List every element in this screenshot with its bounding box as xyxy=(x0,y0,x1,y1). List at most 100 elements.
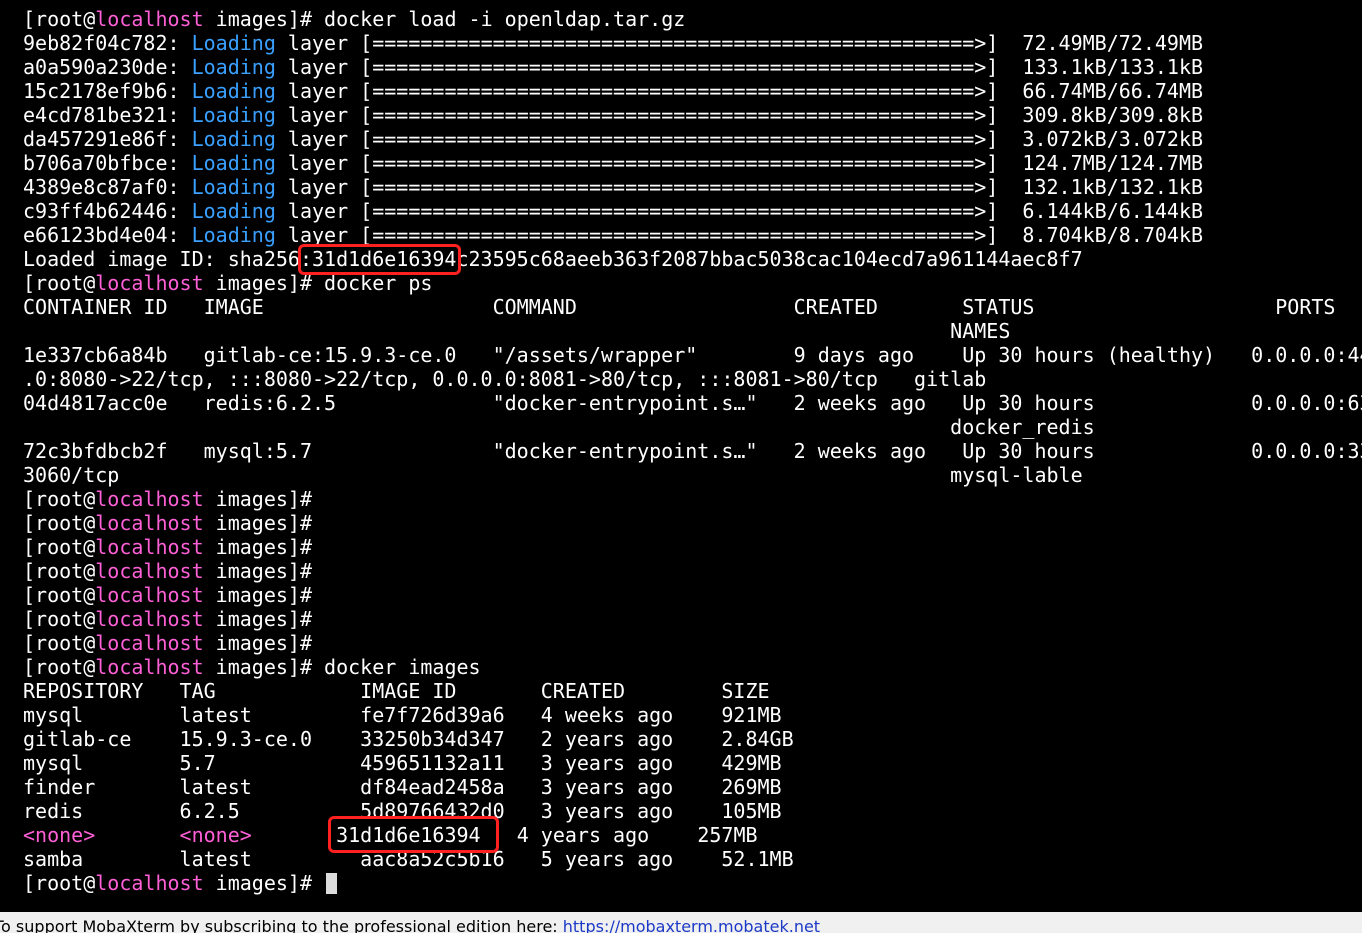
output-line: 3060/tcp mysql-lable xyxy=(23,463,1083,487)
output-line: 1e337cb6a84b gitlab-ce:15.9.3-ce.0 "/ass… xyxy=(23,343,1362,367)
loading-word: Loading xyxy=(191,223,276,247)
layer-id: e66123bd4e04: xyxy=(23,223,180,247)
layer-progress: layer [=================================… xyxy=(275,175,1204,199)
prompt-line: [root@localhost images]# xyxy=(23,871,338,895)
prompt-dir: images]# xyxy=(203,487,313,511)
prompt-host: localhost xyxy=(95,535,204,559)
layer-load-line: 4389e8c87af0: Loading layer [===========… xyxy=(23,175,1203,199)
prompt-dir: images]# xyxy=(203,535,313,559)
layer-id: 15c2178ef9b6: xyxy=(23,79,180,103)
layer-load-line: b706a70bfbce: Loading layer [===========… xyxy=(23,151,1203,175)
prompt-bracket: [ xyxy=(23,271,36,295)
layer-id: e4cd781be321: xyxy=(23,103,180,127)
prompt-line: [root@localhost images]# xyxy=(23,583,312,607)
command-text: docker load -i openldap.tar.gz xyxy=(312,7,686,31)
layer-id: a0a590a230de: xyxy=(23,55,180,79)
output-line: Loaded image ID: sha256:31d1d6e16394c235… xyxy=(23,247,1083,271)
prompt-user: root@ xyxy=(35,631,96,655)
layer-load-line: e4cd781be321: Loading layer [===========… xyxy=(23,103,1203,127)
prompt-dir: images]# xyxy=(203,7,313,31)
prompt-bracket: [ xyxy=(23,583,36,607)
prompt-line: [root@localhost images]# docker images xyxy=(23,655,481,679)
prompt-user: root@ xyxy=(35,559,96,583)
layer-progress: layer [=================================… xyxy=(275,55,1204,79)
highlight-box-image-id xyxy=(328,816,499,853)
prompt-dir: images]# xyxy=(203,655,313,679)
layer-progress: layer [=================================… xyxy=(275,199,1204,223)
prompt-bracket: [ xyxy=(23,559,36,583)
loading-word: Loading xyxy=(191,199,276,223)
prompt-dir: images]# xyxy=(203,271,313,295)
prompt-user: root@ xyxy=(35,511,96,535)
highlight-box-loaded-id xyxy=(298,244,461,275)
output-line: 04d4817acc0e redis:6.2.5 "docker-entrypo… xyxy=(23,391,1362,415)
prompt-dir: images]# xyxy=(203,583,313,607)
output-line: 72c3bfdbcb2f mysql:5.7 "docker-entrypoin… xyxy=(23,439,1362,463)
layer-load-line: 9eb82f04c782: Loading layer [===========… xyxy=(23,31,1203,55)
prompt-user: root@ xyxy=(35,487,96,511)
prompt-line: [root@localhost images]# xyxy=(23,607,312,631)
prompt-user: root@ xyxy=(35,535,96,559)
prompt-dir: images]# xyxy=(203,511,313,535)
prompt-dir: images]# xyxy=(203,631,313,655)
layer-progress: layer [=================================… xyxy=(275,151,1204,175)
prompt-dir: images]# xyxy=(203,871,313,895)
prompt-bracket: [ xyxy=(23,871,36,895)
layer-id: da457291e86f: xyxy=(23,127,180,151)
output-line: mysql 5.7 459651132a11 3 years ago 429MB xyxy=(23,751,782,775)
layer-load-line: 15c2178ef9b6: Loading layer [===========… xyxy=(23,79,1203,103)
prompt-bracket: [ xyxy=(23,7,36,31)
prompt-host: localhost xyxy=(95,607,204,631)
prompt-line: [root@localhost images]# xyxy=(23,511,312,535)
prompt-host: localhost xyxy=(95,631,204,655)
loading-word: Loading xyxy=(191,103,276,127)
prompt-host: localhost xyxy=(95,655,204,679)
loading-word: Loading xyxy=(191,55,276,79)
layer-load-line: e66123bd4e04: Loading layer [===========… xyxy=(23,223,1203,247)
layer-load-line: c93ff4b62446: Loading layer [===========… xyxy=(23,199,1203,223)
prompt-host: localhost xyxy=(95,871,204,895)
loading-word: Loading xyxy=(191,127,276,151)
tag-none: <none> xyxy=(179,823,252,847)
prompt-user: root@ xyxy=(35,271,96,295)
loading-word: Loading xyxy=(191,175,276,199)
output-line: .0:8080->22/tcp, :::8080->22/tcp, 0.0.0.… xyxy=(23,367,987,391)
output-line: CONTAINER ID IMAGE COMMAND CREATED STATU… xyxy=(23,295,1336,319)
prompt-line: [root@localhost images]# docker load -i … xyxy=(23,7,685,31)
prompt-line: [root@localhost images]# xyxy=(23,535,312,559)
layer-progress: layer [=================================… xyxy=(275,31,1204,55)
command-text xyxy=(312,871,324,895)
output-line: docker_redis xyxy=(23,415,1095,439)
layer-progress: layer [=================================… xyxy=(275,103,1204,127)
output-line: finder latest df84ead2458a 3 years ago 2… xyxy=(23,775,782,799)
prompt-user: root@ xyxy=(35,607,96,631)
layer-progress: layer [=================================… xyxy=(275,79,1204,103)
layer-id: b706a70bfbce: xyxy=(23,151,180,175)
prompt-user: root@ xyxy=(35,871,96,895)
layer-load-line: a0a590a230de: Loading layer [===========… xyxy=(23,55,1203,79)
repository-none: <none> xyxy=(23,823,96,847)
prompt-user: root@ xyxy=(35,7,96,31)
prompt-bracket: [ xyxy=(23,607,36,631)
prompt-host: localhost xyxy=(95,511,204,535)
prompt-bracket: [ xyxy=(23,511,36,535)
terminal-window[interactable]: [root@localhost images]# docker load -i … xyxy=(0,0,1362,912)
prompt-bracket: [ xyxy=(23,631,36,655)
status-bar: To support MobaXterm by subscribing to t… xyxy=(0,912,1362,933)
output-line: NAMES xyxy=(23,319,1011,343)
prompt-host: localhost xyxy=(95,271,204,295)
loading-word: Loading xyxy=(191,31,276,55)
prompt-host: localhost xyxy=(95,487,204,511)
prompt-host: localhost xyxy=(95,583,204,607)
prompt-line: [root@localhost images]# xyxy=(23,487,312,511)
prompt-line: [root@localhost images]# xyxy=(23,631,312,655)
layer-id: 4389e8c87af0: xyxy=(23,175,180,199)
layer-progress: layer [=================================… xyxy=(275,127,1204,151)
output-line: mysql latest fe7f726d39a6 4 weeks ago 92… xyxy=(23,703,782,727)
prompt-line: [root@localhost images]# xyxy=(23,559,312,583)
mobaxterm-link[interactable]: https://mobaxterm.mobatek.net xyxy=(563,917,820,933)
prompt-host: localhost xyxy=(95,559,204,583)
terminal-cursor xyxy=(326,873,338,894)
prompt-bracket: [ xyxy=(23,655,36,679)
prompt-host: localhost xyxy=(95,7,204,31)
